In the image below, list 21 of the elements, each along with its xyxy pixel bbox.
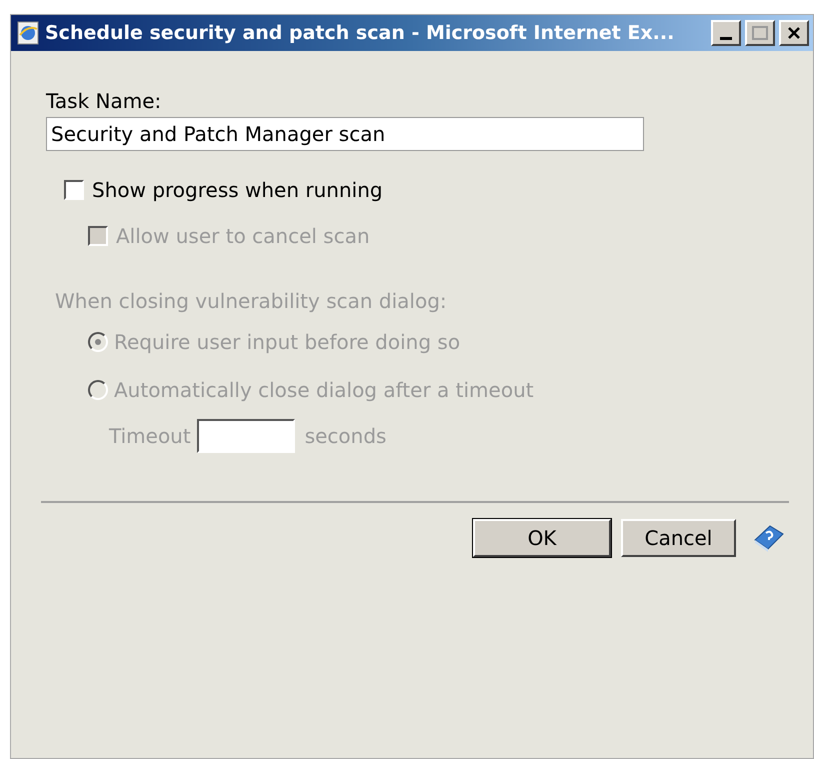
dialog-button[interactable]: OK	[473, 519, 611, 557]
maximize-icon	[752, 26, 768, 40]
checkbox[interactable]	[64, 180, 84, 200]
maximize-button[interactable]	[745, 20, 775, 46]
checkbox-label: Show progress when running	[92, 177, 383, 204]
close-button[interactable]	[779, 20, 809, 46]
group-label: When closing vulnerability scan dialog:	[55, 291, 448, 311]
close-icon	[787, 26, 801, 40]
radio-label: Require user input before doing so	[114, 329, 460, 356]
browser-icon	[15, 20, 41, 46]
minimize-icon	[720, 37, 732, 40]
dialog-button[interactable]: Cancel	[621, 519, 736, 557]
unit-label: seconds	[304, 423, 386, 450]
timeout-label: Timeout	[109, 423, 191, 450]
field-label: Task Name:	[46, 91, 162, 111]
task-name-field[interactable]: Security and Patch Manager scan	[46, 117, 644, 151]
minimize-button[interactable]	[711, 20, 741, 46]
checkbox-label: Allow user to cancel scan	[116, 223, 370, 250]
window-title: Schedule security and patch scan - Microsoft Internet Ex...	[45, 20, 676, 46]
radio-label: Automatically close dialog after a timeout	[114, 377, 534, 404]
timeout-field[interactable]	[196, 419, 295, 453]
